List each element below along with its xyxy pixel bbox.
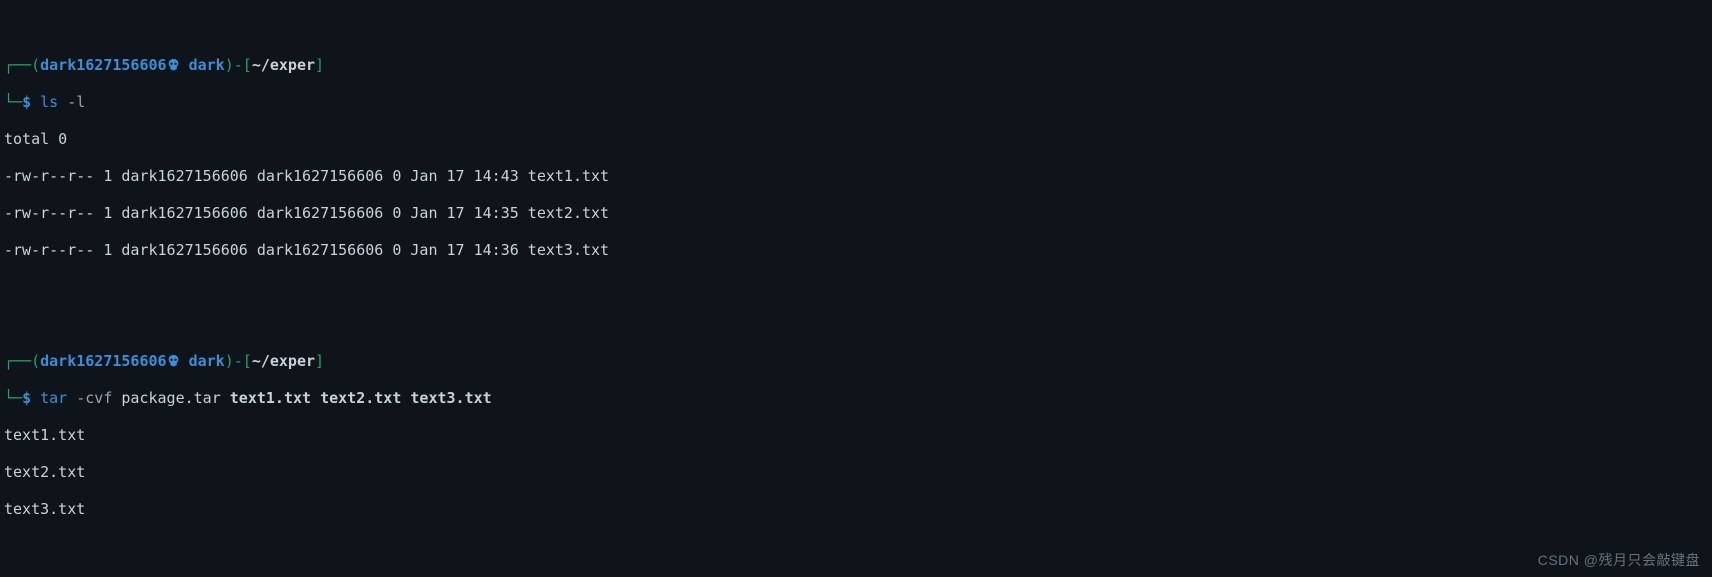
prompt-sep1: -[ bbox=[234, 56, 252, 74]
tar-output: text3.txt bbox=[4, 500, 1708, 519]
cmd-tar: tar bbox=[40, 389, 67, 407]
prompt-symbol: $ bbox=[22, 93, 31, 111]
prompt-corner-bot: └─ bbox=[4, 93, 22, 111]
prompt-user: dark1627156606 bbox=[40, 56, 166, 74]
skull-icon bbox=[167, 58, 180, 71]
terminal[interactable]: ┌──(dark1627156606 dark)-[~/exper] └─$ l… bbox=[0, 0, 1712, 577]
cmd-ls: ls bbox=[40, 93, 58, 111]
ls-row: -rw-r--r-- 1 dark1627156606 dark16271566… bbox=[4, 167, 1708, 186]
skull-icon bbox=[167, 354, 180, 367]
prompt-sep2: ] bbox=[315, 56, 324, 74]
ls-row: -rw-r--r-- 1 dark1627156606 dark16271566… bbox=[4, 241, 1708, 260]
cmd-tar-archive: package.tar bbox=[121, 389, 220, 407]
prompt-corner-top: ┌── bbox=[4, 56, 31, 74]
cmd-tar-flags: -cvf bbox=[76, 389, 112, 407]
tar-output: text2.txt bbox=[4, 463, 1708, 482]
cmd-ls-args: -l bbox=[67, 93, 85, 111]
cmd-tar-files: text1.txt text2.txt text3.txt bbox=[230, 389, 492, 407]
tar-output: text1.txt bbox=[4, 426, 1708, 445]
prompt-lparen: ( bbox=[31, 56, 40, 74]
ls-total: total 0 bbox=[4, 130, 1708, 149]
prompt-path: ~/exper bbox=[252, 56, 315, 74]
watermark: CSDN @残月只会敲键盘 bbox=[1538, 551, 1700, 570]
ls-row: -rw-r--r-- 1 dark1627156606 dark16271566… bbox=[4, 204, 1708, 223]
prompt-rparen: ) bbox=[225, 56, 234, 74]
prompt-host: dark bbox=[189, 56, 225, 74]
